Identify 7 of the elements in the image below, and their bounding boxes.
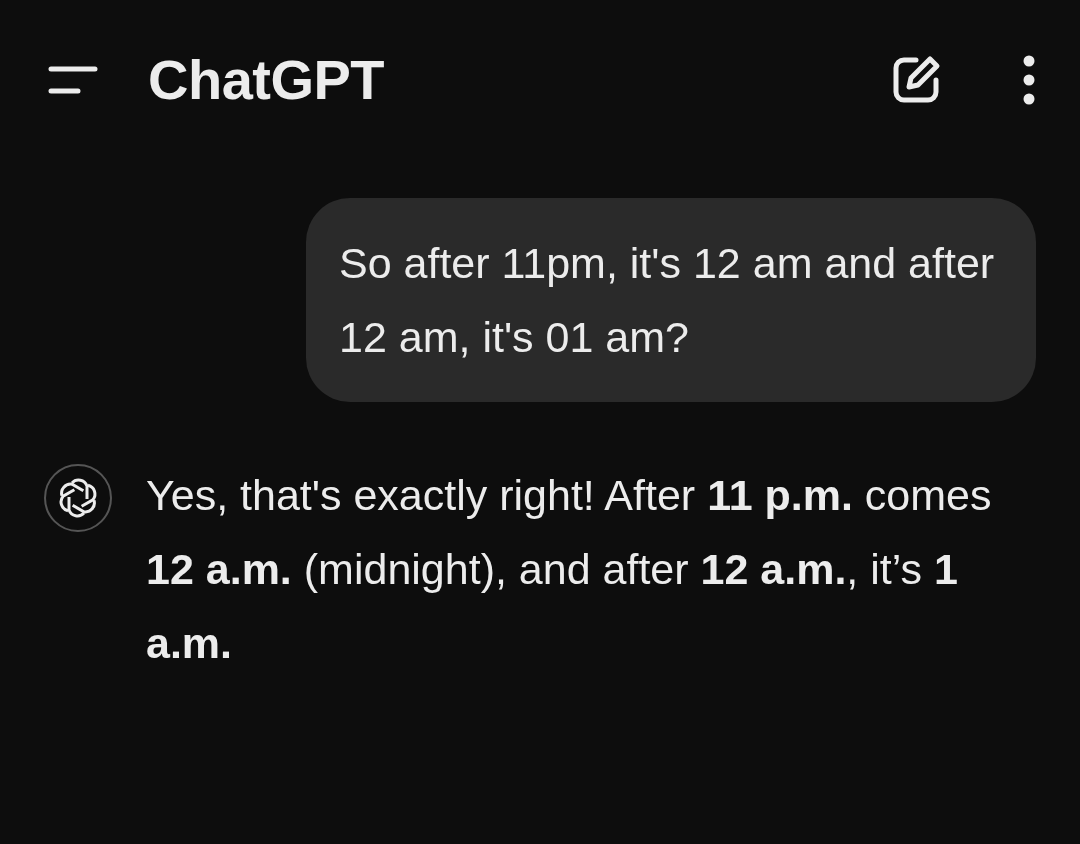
app-title: ChatGPT [148,47,385,113]
assistant-message: Yes, that's exactly right! After 11 p.m. comes 12 a.m. (midnight), and after 12 a.m., it’s 1 a.m. [146,470,993,669]
more-icon [1022,55,1036,105]
menu-button[interactable] [48,65,98,95]
user-message: So after 11pm, it's 12 am and after 12 am, it's 01 am? [306,198,1036,402]
menu-icon [48,65,98,95]
more-button[interactable] [1022,55,1036,105]
